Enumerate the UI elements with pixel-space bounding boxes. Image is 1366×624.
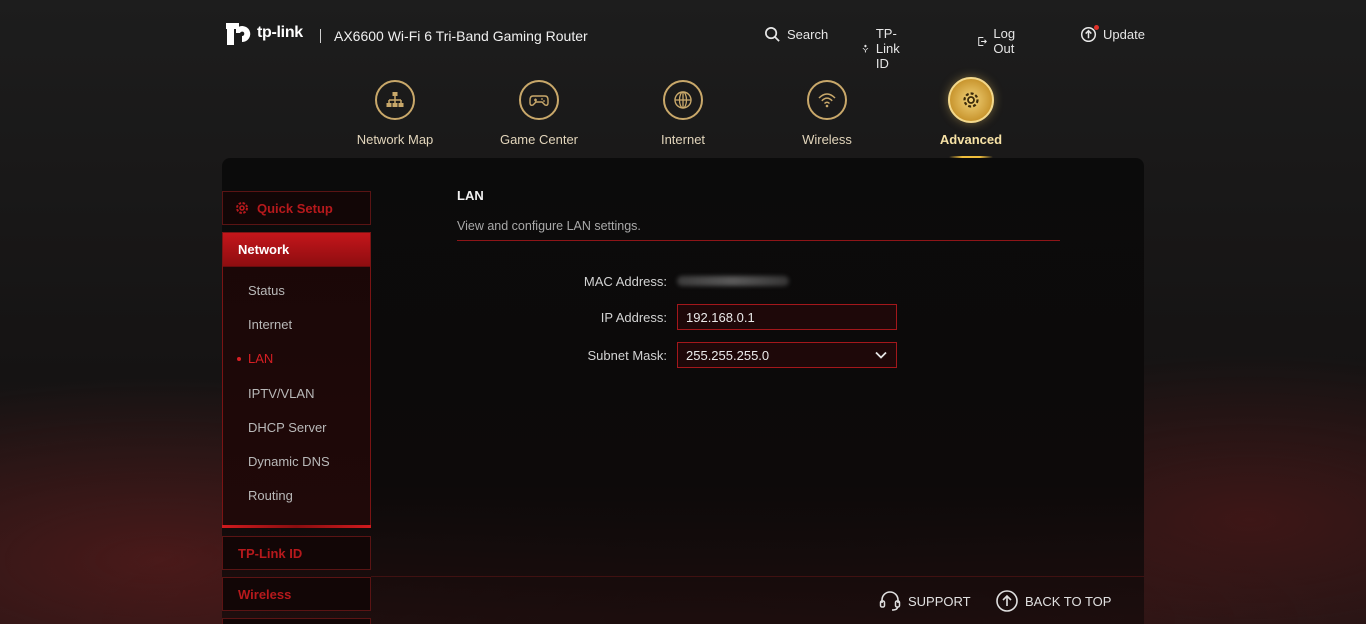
sidebar-item-wireless[interactable]: Wireless: [222, 577, 371, 612]
chevron-down-icon: [875, 351, 887, 359]
subnet-mask-row: Subnet Mask: 255.255.255.0: [457, 342, 957, 368]
subnet-mask-label: Subnet Mask:: [587, 347, 668, 363]
logout-label: Log Out: [993, 26, 1016, 56]
nav-network-map[interactable]: Network Map: [335, 76, 455, 147]
nav-wireless-label: Wireless: [802, 132, 852, 147]
ip-address-label: IP Address:: [600, 309, 667, 325]
footer-divider: [371, 576, 1144, 577]
logout-link[interactable]: Log Out: [977, 26, 1022, 56]
subnet-mask-value: 255.255.255.0: [686, 347, 770, 363]
nav-advanced[interactable]: Advanced: [911, 76, 1031, 159]
update-notification-dot: [1094, 25, 1099, 30]
submenu-internet[interactable]: Internet: [223, 307, 370, 341]
ip-address-input[interactable]: [677, 304, 897, 330]
update-link[interactable]: Update: [1080, 25, 1145, 43]
submenu-lan[interactable]: LAN: [223, 342, 370, 376]
network-map-icon: [375, 80, 415, 120]
support-label: SUPPORT: [908, 593, 971, 609]
nav-wireless[interactable]: Wireless: [767, 76, 887, 147]
nav-internet[interactable]: Internet: [623, 76, 743, 147]
update-label: Update: [1103, 27, 1145, 42]
submenu-dynamic-dns[interactable]: Dynamic DNS: [223, 444, 370, 478]
search-label: Search: [787, 27, 829, 42]
back-to-top-label: BACK TO TOP: [1025, 593, 1112, 609]
search-link[interactable]: Search: [764, 26, 828, 43]
nav-game-center-label: Game Center: [499, 132, 579, 147]
arrow-up-circle-icon: [996, 590, 1018, 612]
nav-game-center[interactable]: Game Center: [479, 76, 599, 147]
wifi-icon: [807, 80, 847, 120]
brand-name: tp-link: [257, 24, 303, 41]
header-divider: [320, 29, 321, 43]
page-title: LAN: [457, 188, 484, 203]
headset-icon: [879, 591, 901, 611]
sidebar-item-quick-setup[interactable]: Quick Setup: [222, 191, 371, 225]
title-divider: [457, 240, 1060, 241]
submenu-iptv-vlan[interactable]: IPTV/VLAN: [223, 376, 370, 410]
submenu-status[interactable]: Status: [223, 273, 370, 307]
mac-address-row: MAC Address:: [457, 268, 957, 294]
sidebar-item-tplink-id[interactable]: TP-Link ID: [222, 536, 371, 571]
ip-address-row: IP Address:: [457, 304, 957, 330]
globe-icon: [663, 80, 703, 120]
back-to-top-link[interactable]: BACK TO TOP: [995, 589, 1111, 613]
submenu-dhcp-server[interactable]: DHCP Server: [223, 410, 370, 444]
mac-address-value-blurred: [677, 276, 789, 286]
quick-setup-label: Quick Setup: [257, 200, 333, 216]
sidebar-item-network[interactable]: Network: [223, 233, 370, 267]
gamepad-icon: [519, 80, 559, 120]
nav-internet-label: Internet: [660, 132, 706, 147]
top-header: tp-link AX6600 Wi-Fi 6 Tri-Band Gaming R…: [0, 0, 1366, 71]
sidebar-group-network: Network Status Internet LAN IPTV/VLAN DH…: [222, 232, 371, 529]
search-icon: [765, 27, 780, 42]
nav-advanced-label: Advanced: [939, 132, 1003, 147]
tplink-id-label: TP-Link ID: [875, 26, 900, 71]
content-panel: Quick Setup Network Status Internet LAN …: [222, 158, 1144, 624]
network-submenu: Status Internet LAN IPTV/VLAN DHCP Serve…: [223, 267, 370, 527]
tplink-id-link[interactable]: TP-Link ID: [861, 26, 908, 71]
sidebar: Quick Setup Network Status Internet LAN …: [222, 191, 371, 624]
main-nav: Network Map Game Center Internet Wireles…: [0, 76, 1366, 162]
gear-icon: [948, 77, 994, 123]
mac-address-label: MAC Address:: [583, 273, 667, 289]
tp-link-logo[interactable]: tp-link: [222, 16, 312, 50]
sidebar-item-next[interactable]: [222, 618, 371, 624]
logout-icon: [978, 36, 987, 46]
tplink-id-icon: [862, 44, 869, 53]
support-link[interactable]: SUPPORT: [878, 589, 971, 613]
subnet-mask-select[interactable]: 255.255.255.0: [677, 342, 897, 368]
nav-network-map-label: Network Map: [356, 132, 434, 147]
submenu-routing[interactable]: Routing: [223, 479, 370, 513]
tp-link-logo-icon: [226, 23, 251, 45]
model-name: AX6600 Wi-Fi 6 Tri-Band Gaming Router: [334, 28, 588, 44]
quick-setup-icon: [236, 202, 248, 214]
page-description: View and configure LAN settings.: [457, 219, 641, 233]
